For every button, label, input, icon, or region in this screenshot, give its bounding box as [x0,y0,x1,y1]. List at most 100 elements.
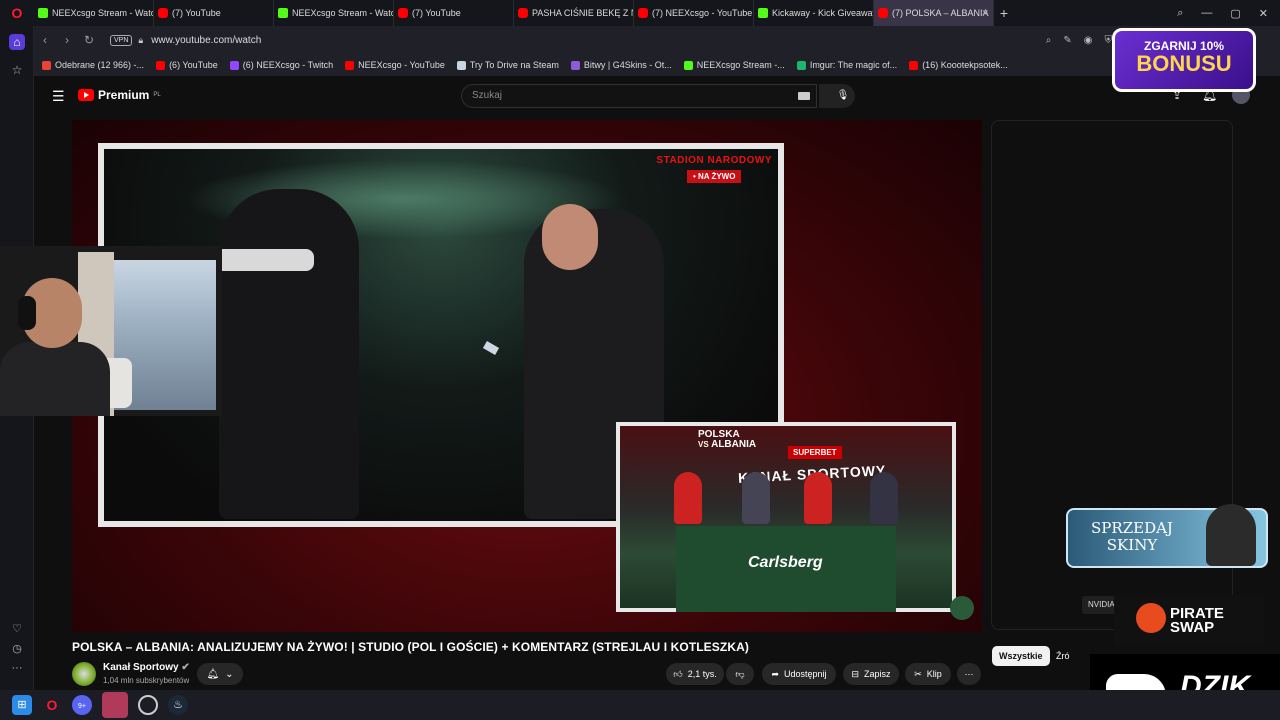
more-icon[interactable]: ··· [9,662,25,678]
bookmark-label: Try To Drive na Steam [469,60,559,70]
obs-icon[interactable] [138,695,158,715]
youtube-header: ☰ Premium PL Szukaj ⌕ 🎙︎ ⇪ 🔔︎ [34,76,1280,116]
youtube-icon [398,8,408,18]
minimize-icon[interactable]: — [1201,7,1212,19]
browser-tab[interactable]: (7) NEEXcsgo - YouTube [634,0,754,26]
bookmark-icon [683,60,693,70]
like-count: 2,1 tys. [687,669,717,679]
discord-icon[interactable]: 9+ [72,695,92,715]
steam-icon[interactable]: ♨ [168,695,188,715]
microphone-icon[interactable]: 🎙︎ [831,84,855,108]
camera-icon[interactable]: ◉ [1084,35,1093,46]
vpn-badge[interactable]: VPN [110,34,133,46]
bookmark-item[interactable]: NEEXcsgo - YouTube [345,60,445,70]
bookmark-label: Bitwy | G4Skins - Ot... [583,60,672,70]
bookmark-icon [156,60,166,70]
stadium-badge: STADION NARODOWY • NA ŻYWO [656,155,772,184]
clip-label: Klip [926,669,942,679]
more-actions-button[interactable]: ⋯ [957,663,981,685]
youtube-logo[interactable]: Premium PL [78,88,161,102]
browser-tab[interactable]: NEEXcsgo Stream - Watch [274,0,394,26]
bookmark-item[interactable]: (16) Koootekpsotek... [909,60,1008,70]
subscription-bell-button[interactable]: 🔔︎ ⌄ [197,663,243,685]
page-search-icon[interactable]: ⌕ [1046,35,1052,46]
close-window-icon[interactable]: ✕ [1259,7,1268,20]
reporter-head [542,204,598,270]
filter-chip[interactable]: Źró [1052,646,1074,666]
browser-tab[interactable]: PASHA CIŚNIE BEKĘ Z NIK [514,0,634,26]
browser-tab-active[interactable]: (7) POLSKA – ALBANIA ✕ [874,0,994,26]
history-icon[interactable]: ◷ [9,642,25,658]
bookmark-item[interactable]: NEEXcsgo Stream -... [683,60,785,70]
save-button[interactable]: ⊟ Zapisz [843,663,899,685]
search-input[interactable]: Szukaj [461,84,817,108]
phone [482,341,500,355]
lock-icon[interactable]: 🔒︎ [138,35,143,46]
bookmark-icon [229,60,239,70]
pirate-line2: SWAP [1170,619,1215,636]
bookmark-label: (6) YouTube [169,60,218,70]
maximize-icon[interactable]: ▢ [1230,7,1240,20]
sell-skins-line2: SKINY [1106,536,1158,554]
windows-start-icon[interactable]: ⊞ [12,695,32,715]
close-tab-icon[interactable]: ✕ [981,8,989,19]
bookmark-item[interactable]: Try To Drive na Steam [456,60,559,70]
forward-icon[interactable]: › [56,33,78,47]
bookmark-item[interactable]: (6) YouTube [156,60,218,70]
new-tab-button[interactable]: + [994,5,1014,21]
back-icon[interactable]: ‹ [34,33,56,47]
browser-tab[interactable]: (7) YouTube [154,0,274,26]
channel-name[interactable]: Kanał Sportowy ✔ [103,662,190,673]
search-placeholder: Szukaj [472,90,503,101]
kick-icon [758,8,768,18]
pip-title-team2: ALBANIA [711,439,757,450]
browser-tab[interactable]: Kickaway - Kick Giveaway [754,0,874,26]
address-bar: ‹ › ↻ VPN 🔒︎ www.youtube.com/watch ⌕ ✎ ◉… [34,26,1280,54]
star-icon[interactable]: ☆ [9,62,25,78]
youtube-icon [638,8,648,18]
tab-label: PASHA CIŚNIE BEKĘ Z NIK [532,8,633,18]
menu-icon[interactable]: ☰ [52,88,65,105]
edit-icon[interactable]: ✎ [1063,35,1071,46]
save-label: Zapisz [864,669,891,679]
bookmark-item[interactable]: Bitwy | G4Skins - Ot... [570,60,672,70]
filter-all-chip[interactable]: Wszystkie [992,646,1050,666]
tab-label: NEEXcsgo Stream - Watch [52,8,154,18]
sell-skins-text: SPRZEDAJ SKINY [1082,520,1182,554]
app-icon[interactable] [102,692,128,718]
shield-icon[interactable]: ⛨ [1105,35,1113,46]
channel-name-text: Kanał Sportowy [103,662,179,673]
bookmark-label: (6) NEEXcsgo - Twitch [242,60,334,70]
channel-watermark[interactable] [950,596,974,620]
browser-tab[interactable]: (7) YouTube [394,0,514,26]
bookmark-item[interactable]: Imgur: The magic of... [796,60,897,70]
search-tabs-icon[interactable]: ⌕ [1177,7,1183,20]
share-button[interactable]: ➦ Udostępnij [762,663,836,685]
scissors-icon: ✂ [914,668,922,679]
tab-label: Kickaway - Kick Giveaway [772,8,874,18]
studio-pip: POLSKA VS ALBANIA SUPERBET KANAŁ SPORTOW… [616,422,956,612]
url-field[interactable]: www.youtube.com/watch [151,35,261,46]
bookmark-item[interactable]: (6) NEEXcsgo - Twitch [229,60,334,70]
tab-label: NEEXcsgo Stream - Watch [292,8,394,18]
fan-figure [219,189,359,519]
opera-icon[interactable]: O [42,695,62,715]
more-icon: ⋯ [964,668,974,679]
streamer-webcam [0,246,222,416]
bonus-line2: BONUSU [1136,51,1232,76]
home-icon[interactable]: ⌂ [9,34,25,50]
youtube-icon [518,8,528,18]
stadium-badge-title: STADION NARODOWY [656,155,772,166]
keyboard-icon[interactable] [798,92,810,100]
browser-tab[interactable]: NEEXcsgo Stream - Watch [34,0,154,26]
sell-skins-line1: SPRZEDAJ [1091,519,1173,537]
channel-avatar[interactable] [72,662,96,686]
reload-icon[interactable]: ↻ [78,33,100,47]
bookmark-item[interactable]: Odebrane (12 966) -... [42,60,144,70]
clip-button[interactable]: ✂ Klip [905,663,951,685]
opera-logo-icon[interactable]: O [0,0,34,26]
dislike-button[interactable]: 👎︎ [726,663,754,685]
youtube-icon [158,8,168,18]
like-button[interactable]: 👍︎ 2,1 tys. [666,663,724,685]
heart-icon[interactable]: ♡ [9,622,25,638]
